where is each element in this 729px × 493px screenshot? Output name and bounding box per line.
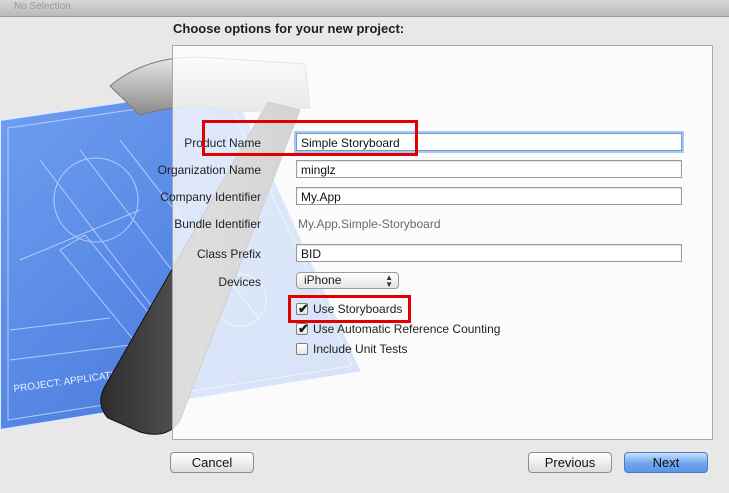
devices-label: Devices xyxy=(218,275,261,289)
page-heading: Choose options for your new project: xyxy=(173,21,405,36)
checkbox-box: ✔ xyxy=(296,321,309,336)
next-button[interactable]: Next xyxy=(624,452,708,473)
options-panel xyxy=(172,45,713,440)
checkmark-icon: ✔ xyxy=(298,321,309,336)
include-unit-tests-label: Include Unit Tests xyxy=(313,342,408,356)
bundle-identifier-row: Bundle Identifier My.App.Simple-Storyboa… xyxy=(172,214,712,234)
company-identifier-input[interactable]: My.App xyxy=(296,187,682,205)
devices-selected-value: iPhone xyxy=(304,273,342,287)
use-arc-label: Use Automatic Reference Counting xyxy=(313,322,501,336)
company-identifier-row: Company Identifier My.App xyxy=(160,187,712,207)
class-prefix-label: Class Prefix xyxy=(196,247,261,261)
cancel-button[interactable]: Cancel xyxy=(170,452,254,473)
checkbox-box xyxy=(296,343,308,355)
organization-name-input[interactable]: minglz xyxy=(296,160,682,178)
previous-button[interactable]: Previous xyxy=(528,452,612,473)
bundle-identifier-label: Bundle Identifier xyxy=(174,217,261,231)
company-identifier-label: Company Identifier xyxy=(160,190,261,204)
class-prefix-row: Class Prefix BID xyxy=(172,244,712,264)
devices-row: Devices iPhone ▲ ▼ xyxy=(172,272,712,292)
class-prefix-input[interactable]: BID xyxy=(296,244,682,262)
devices-popup[interactable]: iPhone ▲ ▼ xyxy=(296,272,399,289)
organization-name-row: Organization Name minglz xyxy=(158,160,712,180)
use-storyboards-highlight-box xyxy=(288,295,411,323)
bundle-identifier-value: My.App.Simple-Storyboard xyxy=(298,217,441,231)
product-name-highlight-box xyxy=(202,120,418,156)
organization-name-label: Organization Name xyxy=(157,163,261,177)
up-down-arrows-icon: ▲ ▼ xyxy=(385,273,393,289)
